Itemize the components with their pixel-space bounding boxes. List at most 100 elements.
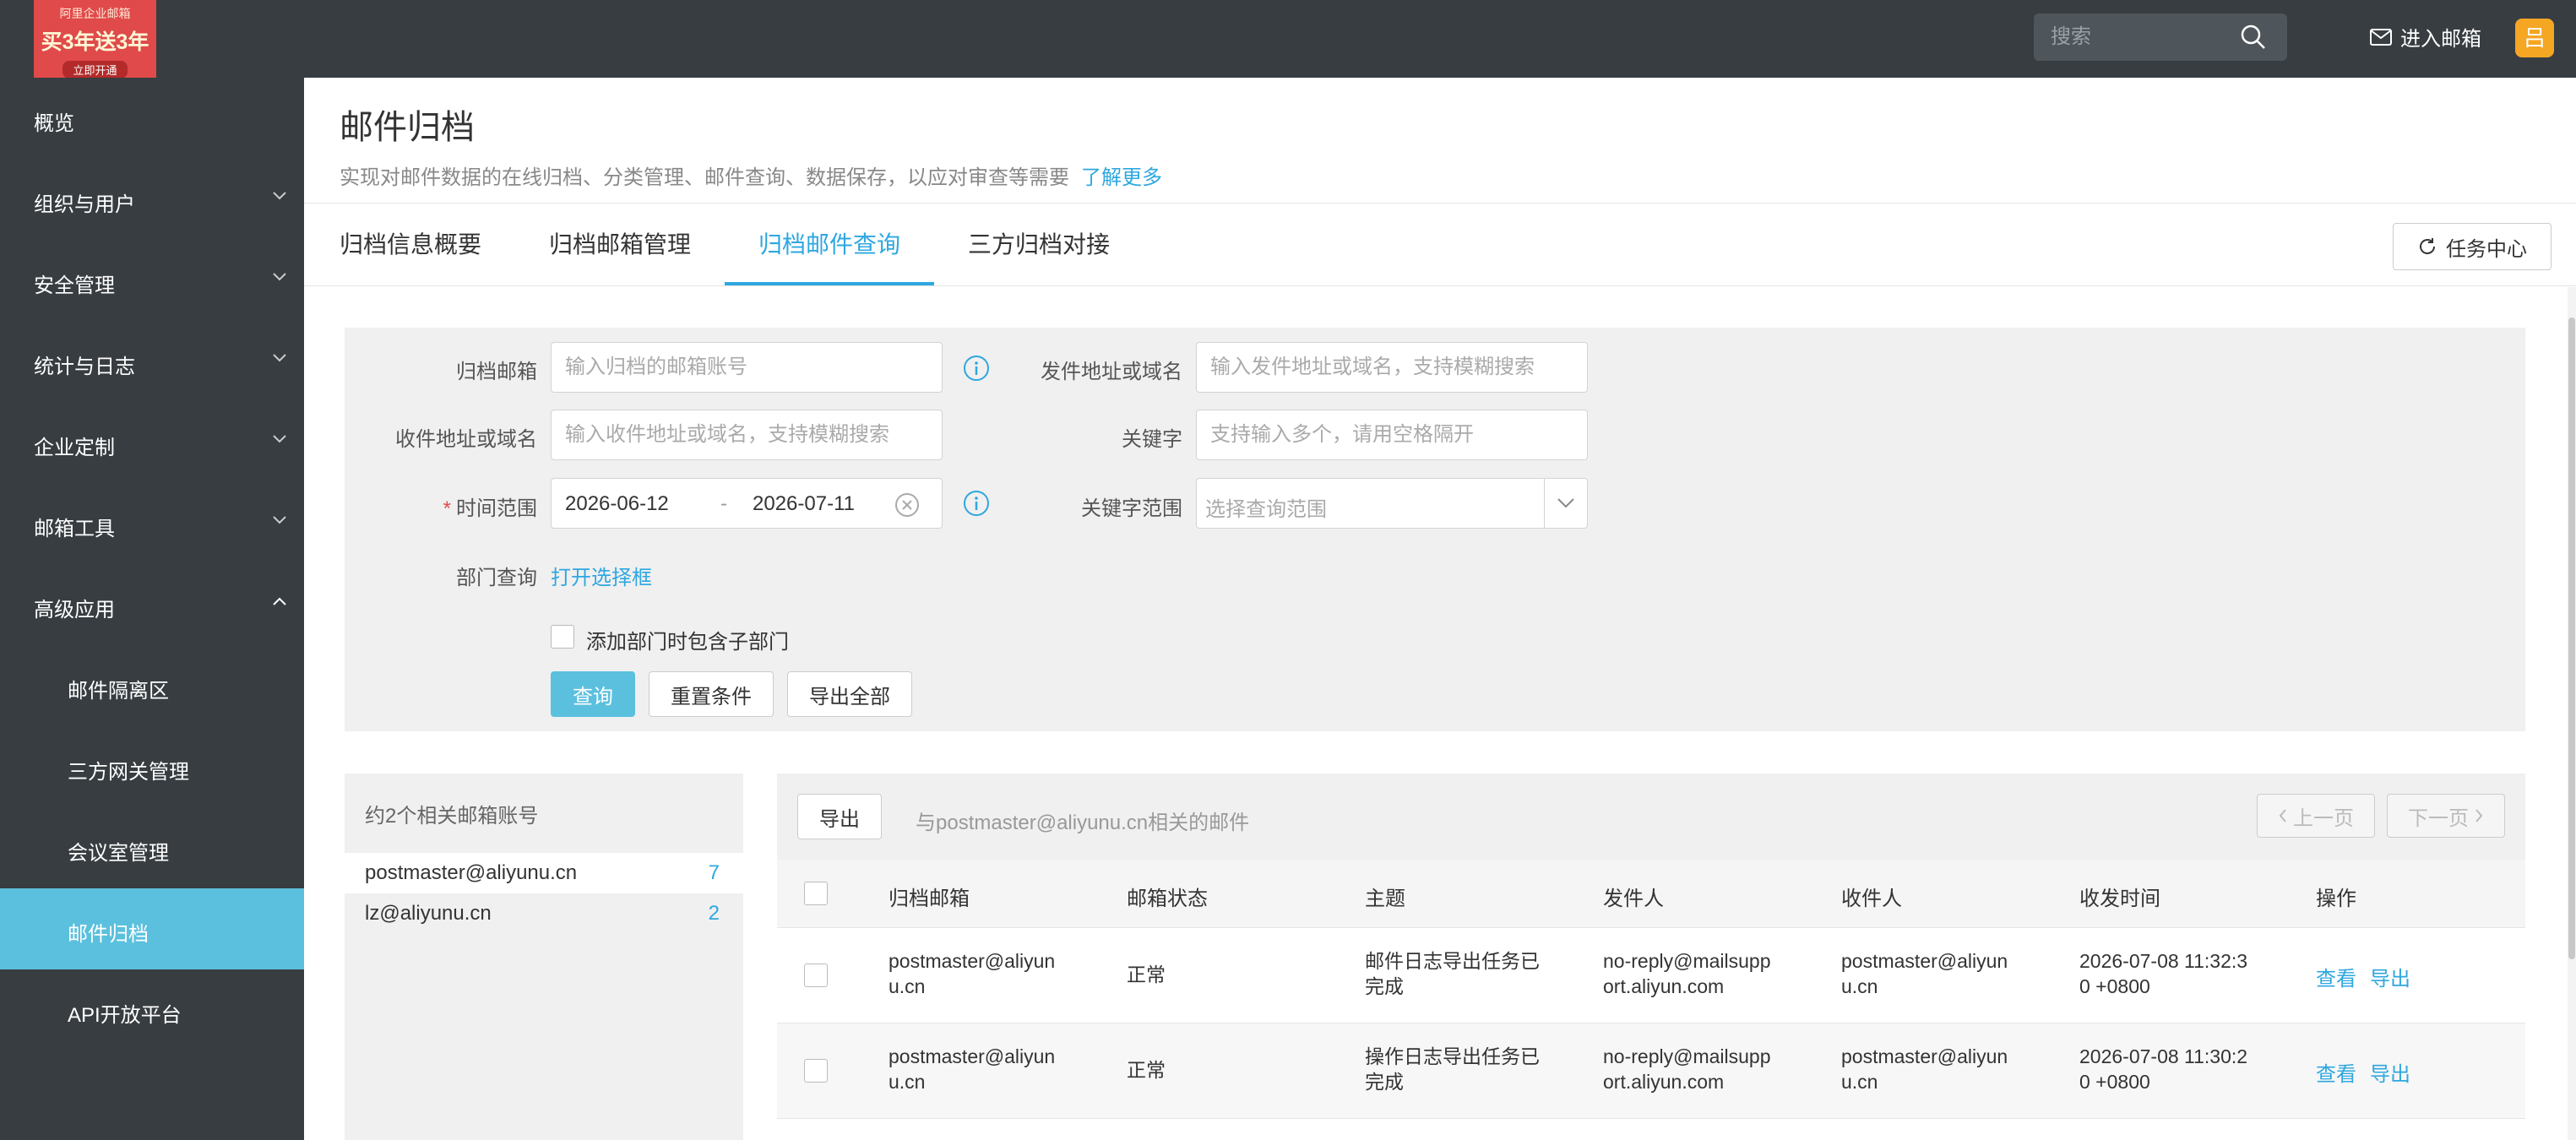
date-end[interactable]: 2026-07-11 bbox=[753, 492, 855, 516]
sidebar-item-label: API开放平台 bbox=[68, 1004, 182, 1027]
table-row[interactable]: postmaster@aliyun u.cn 正常 邮件日志导出任务已 完成 n… bbox=[777, 928, 2525, 1023]
chevron-down-icon bbox=[273, 354, 286, 362]
view-link[interactable]: 查看 bbox=[2316, 962, 2356, 991]
open-selector-link[interactable]: 打开选择框 bbox=[551, 561, 652, 590]
sidebar-item-customization[interactable]: 企业定制 bbox=[0, 402, 304, 483]
archive-mailbox-label: 归档邮箱 bbox=[456, 361, 537, 383]
cell-line: 2026-07-08 11:30:2 bbox=[2079, 1045, 2248, 1067]
info-icon[interactable] bbox=[963, 355, 990, 382]
row-checkbox[interactable] bbox=[804, 964, 828, 987]
sidebar-item-label: 概览 bbox=[34, 112, 74, 135]
account-list-panel: 约2个相关邮箱账号 postmaster@aliyunu.cn 7 lz@ali… bbox=[345, 774, 743, 1140]
cell-line: postmaster@aliyun bbox=[889, 1045, 1056, 1067]
search-box[interactable] bbox=[2034, 14, 2287, 61]
results-toolbar: 导出 与postmaster@aliyunu.cn相关的邮件 上一页 下一页 bbox=[777, 774, 2525, 860]
sidebar-item-label: 邮件归档 bbox=[68, 923, 149, 946]
cell-line: u.cn bbox=[889, 975, 926, 997]
sidebar-item-quarantine[interactable]: 邮件隔离区 bbox=[0, 645, 304, 726]
prev-page-button[interactable]: 上一页 bbox=[2257, 794, 2375, 838]
row-checkbox[interactable] bbox=[804, 1059, 828, 1083]
select-arrow[interactable] bbox=[1544, 479, 1587, 528]
sidebar-item-label: 高级应用 bbox=[34, 599, 115, 622]
cell-line: u.cn bbox=[1841, 975, 1878, 997]
cell-line: u.cn bbox=[889, 1071, 926, 1093]
tab-archive-mailbox-management[interactable]: 归档邮箱管理 bbox=[549, 226, 691, 260]
dept-query-label: 部门查询 bbox=[456, 567, 537, 589]
view-link[interactable]: 查看 bbox=[2316, 1057, 2356, 1087]
sidebar-item-label: 统计与日志 bbox=[34, 356, 135, 378]
keyword-scope-select[interactable]: 选择查询范围 bbox=[1196, 478, 1588, 529]
column-header-subject: 主题 bbox=[1365, 888, 1405, 910]
scrollbar-thumb[interactable] bbox=[2568, 318, 2575, 959]
keyword-input[interactable] bbox=[1196, 410, 1588, 460]
sidebar-item-label: 安全管理 bbox=[34, 274, 115, 297]
promo-headline: 买3年送3年 bbox=[41, 30, 149, 54]
table-header: 归档邮箱 邮箱状态 主题 发件人 收件人 收发时间 操作 bbox=[777, 860, 2525, 928]
cell-subject: 邮件日志导出任务已 完成 bbox=[1365, 948, 1540, 999]
search-icon[interactable] bbox=[2240, 24, 2267, 51]
date-range-picker[interactable]: 2026-06-12 - 2026-07-11 bbox=[551, 478, 943, 529]
top-bar: 阿里企业邮箱 买3年送3年 立即开通 进入邮箱 吕 bbox=[0, 0, 2576, 79]
sidebar-item-advanced[interactable]: 高级应用 bbox=[0, 564, 304, 645]
scrollbar[interactable] bbox=[2568, 287, 2576, 1140]
clear-icon[interactable] bbox=[894, 492, 920, 518]
results-description: 与postmaster@aliyunu.cn相关的邮件 bbox=[916, 812, 1250, 834]
tab-archive-mail-query[interactable]: 归档邮件查询 bbox=[758, 226, 900, 260]
column-header-mailbox: 归档邮箱 bbox=[889, 888, 970, 910]
required-mark: * bbox=[443, 497, 451, 520]
chevron-down-icon bbox=[273, 273, 286, 281]
active-tab-indicator bbox=[725, 282, 934, 285]
account-item[interactable]: lz@aliyunu.cn 2 bbox=[345, 893, 743, 934]
cell-recipient: postmaster@aliyun u.cn bbox=[1841, 948, 2008, 999]
next-page-button[interactable]: 下一页 bbox=[2387, 794, 2505, 838]
sidebar-item-third-party-gateway[interactable]: 三方网关管理 bbox=[0, 726, 304, 807]
cell-line: 2026-07-08 11:32:3 bbox=[2079, 950, 2248, 972]
include-subdept-checkbox[interactable] bbox=[551, 625, 574, 649]
avatar[interactable]: 吕 bbox=[2515, 19, 2554, 57]
table-row[interactable]: postmaster@aliyun u.cn 正常 操作日志导出任务已 完成 n… bbox=[777, 1023, 2525, 1119]
select-all-checkbox[interactable] bbox=[804, 882, 828, 905]
cell-line: postmaster@aliyun bbox=[889, 950, 1056, 972]
info-icon[interactable] bbox=[963, 490, 990, 517]
query-button[interactable]: 查询 bbox=[551, 671, 635, 717]
keyword-scope-placeholder: 选择查询范围 bbox=[1205, 498, 1327, 521]
export-all-button[interactable]: 导出全部 bbox=[787, 671, 912, 717]
promo-banner[interactable]: 阿里企业邮箱 买3年送3年 立即开通 bbox=[34, 0, 156, 79]
account-item[interactable]: postmaster@aliyunu.cn 7 bbox=[345, 853, 743, 893]
cell-line: 邮件日志导出任务已 bbox=[1365, 950, 1540, 972]
learn-more-link[interactable]: 了解更多 bbox=[1081, 166, 1162, 189]
recipient-input[interactable] bbox=[551, 410, 943, 460]
sidebar-item-mail-archive[interactable]: 邮件归档 bbox=[0, 888, 304, 969]
export-link[interactable]: 导出 bbox=[2370, 1057, 2410, 1087]
sidebar-item-security[interactable]: 安全管理 bbox=[0, 240, 304, 321]
sidebar-item-overview[interactable]: 概览 bbox=[0, 78, 304, 159]
archive-mailbox-input[interactable] bbox=[551, 342, 943, 393]
column-header-status: 邮箱状态 bbox=[1127, 888, 1208, 910]
search-input[interactable] bbox=[2049, 24, 2221, 51]
cell-line: u.cn bbox=[1841, 1071, 1878, 1093]
sidebar-item-label: 邮件隔离区 bbox=[68, 680, 169, 703]
sidebar-item-mail-tools[interactable]: 邮箱工具 bbox=[0, 483, 304, 564]
sidebar-item-meeting-rooms[interactable]: 会议室管理 bbox=[0, 807, 304, 888]
sidebar-item-org-users[interactable]: 组织与用户 bbox=[0, 159, 304, 240]
sender-input[interactable] bbox=[1196, 342, 1588, 393]
chevron-down-icon bbox=[273, 192, 286, 200]
sidebar-item-stats-logs[interactable]: 统计与日志 bbox=[0, 321, 304, 402]
sidebar-item-api-platform[interactable]: API开放平台 bbox=[0, 969, 304, 1050]
cell-line: 操作日志导出任务已 bbox=[1365, 1045, 1540, 1067]
tab-archive-overview[interactable]: 归档信息概要 bbox=[340, 226, 481, 260]
cell-time: 2026-07-08 11:32:3 0 +0800 bbox=[2079, 948, 2247, 999]
export-button[interactable]: 导出 bbox=[797, 794, 882, 839]
enter-mailbox-link[interactable]: 进入邮箱 bbox=[2370, 22, 2481, 52]
prev-page-label: 上一页 bbox=[2293, 806, 2354, 830]
recipient-label: 收件地址或域名 bbox=[395, 428, 537, 451]
task-center-button[interactable]: 任务中心 bbox=[2393, 223, 2552, 270]
keyword-scope-label: 关键字范围 bbox=[1081, 497, 1182, 520]
include-subdept-label: 添加部门时包含子部门 bbox=[586, 631, 789, 654]
promo-cta[interactable]: 立即开通 bbox=[62, 61, 128, 79]
date-start[interactable]: 2026-06-12 bbox=[565, 492, 669, 516]
tab-third-party-archive[interactable]: 三方归档对接 bbox=[968, 226, 1110, 260]
page-description: 实现对邮件数据的在线归档、分类管理、邮件查询、数据保存，以应对审查等需要 了解更多 bbox=[340, 160, 1162, 190]
reset-button[interactable]: 重置条件 bbox=[649, 671, 774, 717]
export-link[interactable]: 导出 bbox=[2370, 962, 2410, 991]
